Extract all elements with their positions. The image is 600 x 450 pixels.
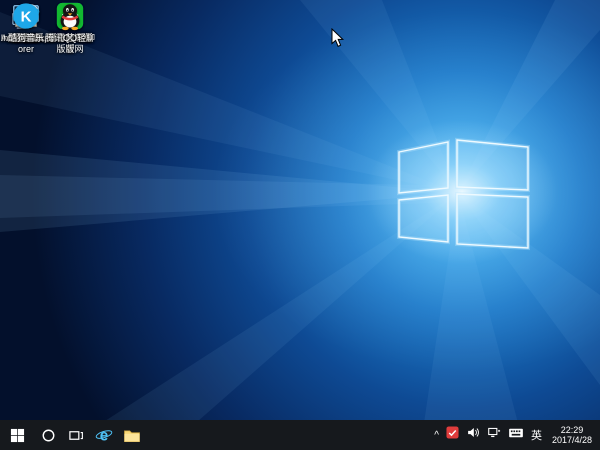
wallpaper-windows-hero xyxy=(0,0,600,450)
start-button[interactable] xyxy=(0,420,34,450)
taskbar-left-group: e xyxy=(0,420,146,450)
taskbar-internet-explorer-button[interactable]: e xyxy=(90,420,118,450)
internet-explorer-icon: e xyxy=(95,427,113,444)
clock-date: 2017/4/28 xyxy=(551,435,593,445)
volume-icon[interactable] xyxy=(466,426,480,444)
kugou-music-icon: K xyxy=(10,0,42,32)
desktop-icon-label: 腾讯QQ轻聊版 xyxy=(44,33,95,54)
cortana-search-button[interactable] xyxy=(34,420,62,450)
task-view-button[interactable] xyxy=(62,420,90,450)
ime-indicator[interactable]: 英 xyxy=(531,427,542,443)
file-explorer-icon xyxy=(124,429,140,442)
clock-time: 22:29 xyxy=(560,425,584,435)
system-tray: ^ 英 22:29 2017/4/28 xyxy=(434,420,600,450)
taskbar: e ^ 英 22:29 2017/4/28 xyxy=(0,420,600,450)
network-icon[interactable] xyxy=(487,426,501,444)
desktop-icon-qq[interactable]: 腾讯QQ轻聊版 xyxy=(44,0,96,55)
touch-keyboard-icon[interactable] xyxy=(508,426,524,444)
desktop: Administra... 此电脑 网络 回收站 Internet Explor… xyxy=(0,0,600,450)
tray-app-icon[interactable] xyxy=(446,426,459,444)
chevron-up-icon[interactable]: ^ xyxy=(434,431,439,441)
cortana-search-icon xyxy=(42,429,54,441)
file-explorer-button[interactable] xyxy=(118,420,146,450)
tray-clock[interactable]: 22:29 2017/4/28 xyxy=(549,425,595,445)
task-view-icon xyxy=(69,430,83,440)
desktop-icon-label: 酷狗音乐 xyxy=(7,33,44,43)
start-icon xyxy=(10,428,24,442)
kugou-letter: K xyxy=(21,9,32,26)
qq-penguin-icon xyxy=(54,0,86,32)
ie-letter: e xyxy=(100,427,109,444)
